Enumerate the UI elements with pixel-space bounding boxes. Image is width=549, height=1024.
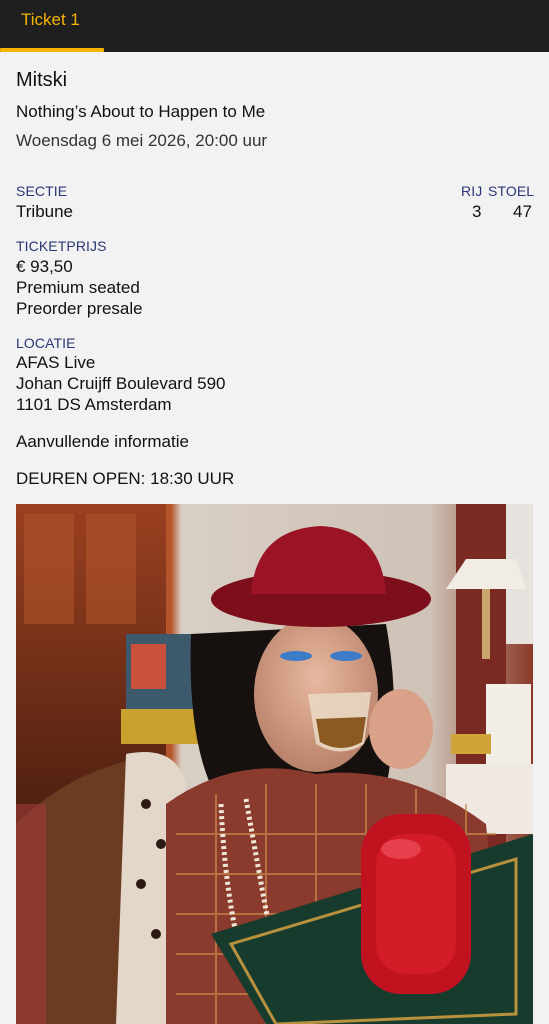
price-sale: Preorder presale	[16, 299, 143, 318]
doors-open-text: DEUREN OPEN: 18:30 UUR	[16, 469, 235, 488]
price-amount: € 93,50	[16, 257, 73, 276]
event-title: Nothing’s About to Happen to Me	[16, 102, 266, 121]
price-type: Premium seated	[16, 278, 140, 297]
seat-value: 47	[513, 202, 532, 221]
section-label: SECTIE	[16, 183, 68, 199]
venue-street: Johan Cruijff Boulevard 590	[16, 374, 226, 393]
additional-info-heading: Aanvullende informatie	[16, 432, 189, 451]
row-label: RIJ	[461, 183, 483, 199]
location-label: LOCATIE	[16, 335, 76, 351]
row-value: 3	[472, 202, 482, 221]
seat-label: STOEL	[488, 183, 535, 199]
artist-name: Mitski	[16, 69, 68, 91]
tab-ticket-1[interactable]: Ticket 1	[0, 0, 104, 52]
tab-ticket-1-label: Ticket 1	[21, 10, 80, 29]
section-value: Tribune	[16, 202, 74, 221]
event-date: Woensdag 6 mei 2026, 20:00 uur	[16, 131, 268, 150]
venue-name: AFAS Live	[16, 353, 96, 372]
venue-city: 1101 DS Amsterdam	[16, 395, 172, 414]
top-app-bar: Ticket 1	[0, 0, 549, 52]
ticket-details: Mitski Nothing’s About to Happen to Me W…	[0, 52, 549, 1024]
price-label: TICKETPRIJS	[16, 238, 107, 254]
event-artist-photo	[16, 504, 533, 1024]
